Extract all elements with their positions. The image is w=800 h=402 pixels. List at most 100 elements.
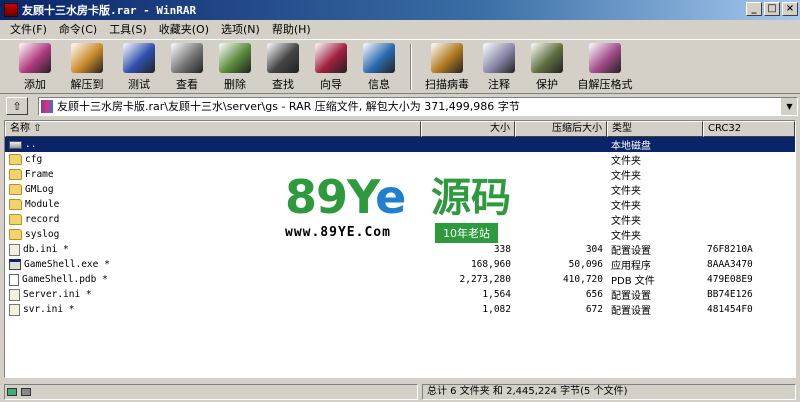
sort-ascending-icon: ⇧ <box>33 123 42 134</box>
delete-button[interactable]: 删除 <box>212 40 258 94</box>
file-name: GMLog <box>25 184 54 195</box>
view-button[interactable]: 查看 <box>164 40 210 94</box>
folder-icon <box>9 214 22 225</box>
watermark-url: www.89YE.Com <box>285 225 391 240</box>
file-type-cell: 文件夹 <box>611 231 641 242</box>
table-row[interactable]: svr.ini * 1,082 672 配置设置 481454F0 <box>5 302 795 317</box>
path-dropdown-icon[interactable]: ▼ <box>781 97 797 115</box>
file-type-cell: PDB 文件 <box>611 276 655 287</box>
file-name-cell: cfg <box>5 154 421 165</box>
file-packed-cell: 410,720 <box>562 274 603 285</box>
comment-button[interactable]: 注释 <box>476 40 522 94</box>
menu-bar: 文件(F) 命令(C) 工具(S) 收藏夹(O) 选项(N) 帮助(H) <box>0 20 800 38</box>
view-icon <box>171 43 203 73</box>
test-button[interactable]: 测试 <box>116 40 162 94</box>
watermark-tag: 10年老站 <box>435 223 498 243</box>
menu-help[interactable]: 帮助(H) <box>266 21 317 37</box>
test-icon <box>123 43 155 73</box>
menu-tools[interactable]: 工具(S) <box>103 21 153 37</box>
table-row[interactable]: Server.ini * 1,564 656 配置设置 BB74E126 <box>5 287 795 302</box>
exe-icon <box>9 259 21 270</box>
file-type-cell: 文件夹 <box>611 186 641 197</box>
path-text: 友顾十三水房卡版.rar\友顾十三水\server\gs - RAR 压缩文件,… <box>57 100 520 113</box>
add-archive-icon <box>19 43 51 73</box>
lock-status-icon <box>21 388 31 396</box>
table-row[interactable]: .. 本地磁盘 <box>5 137 795 152</box>
ini-icon <box>9 303 20 316</box>
file-name: record <box>25 214 60 225</box>
add-button[interactable]: 添加 <box>12 40 58 94</box>
sfx-button[interactable]: 自解压格式 <box>572 40 638 94</box>
file-name: Frame <box>25 169 54 180</box>
up-folder-button[interactable]: ⇧ <box>6 97 28 115</box>
close-button[interactable]: × <box>782 2 798 16</box>
table-row[interactable]: cfg 文件夹 <box>5 152 795 167</box>
file-name: db.ini * <box>23 244 69 255</box>
window-title: 友顾十三水房卡版.rar - WinRAR <box>22 4 197 17</box>
wizard-icon <box>315 43 347 73</box>
file-icon <box>9 273 19 286</box>
info-icon <box>363 43 395 73</box>
column-size-header[interactable]: 大小 <box>421 121 515 137</box>
delete-icon <box>219 43 251 73</box>
address-bar: ⇧ 友顾十三水房卡版.rar\友顾十三水\server\gs - RAR 压缩文… <box>0 95 800 117</box>
extract-to-button[interactable]: 解压到 <box>60 40 114 94</box>
file-crc-cell: 76F8210A <box>707 244 753 255</box>
file-name: Server.ini * <box>23 289 92 300</box>
file-name: GameShell.pdb * <box>22 274 108 285</box>
status-left-panel <box>4 384 418 400</box>
file-type-cell: 文件夹 <box>611 171 641 182</box>
column-crc-header[interactable]: CRC32 <box>703 121 795 137</box>
menu-commands[interactable]: 命令(C) <box>53 21 103 37</box>
up-arrow-icon: ⇧ <box>12 99 22 113</box>
status-bar: 总计 6 文件夹 和 2,445,224 字节(5 个文件) <box>0 382 800 402</box>
file-name-cell: GameShell.pdb * <box>5 273 421 286</box>
file-crc-cell: 481454F0 <box>707 304 753 315</box>
file-name: cfg <box>25 154 43 165</box>
file-type-cell: 文件夹 <box>611 216 641 227</box>
drive-icon <box>9 140 22 149</box>
folder-icon <box>9 229 22 240</box>
file-list[interactable]: 名称 ⇧ 大小 压缩后大小 类型 CRC32 .. 本地磁盘 cfg 文件夹 Frame… <box>4 120 796 378</box>
path-field[interactable]: 友顾十三水房卡版.rar\友顾十三水\server\gs - RAR 压缩文件,… <box>38 96 798 116</box>
file-type-cell: 文件夹 <box>611 156 641 167</box>
extract-to-icon <box>71 43 103 73</box>
status-summary: 总计 6 文件夹 和 2,445,224 字节(5 个文件) <box>422 384 796 400</box>
protect-icon <box>531 43 563 73</box>
virus-scan-button[interactable]: 扫描病毒 <box>420 40 474 94</box>
find-button[interactable]: 查找 <box>260 40 306 94</box>
menu-file[interactable]: 文件(F) <box>4 21 53 37</box>
file-crc-cell: BB74E126 <box>707 289 753 300</box>
column-type-header[interactable]: 类型 <box>607 121 703 137</box>
file-name: syslog <box>25 229 60 240</box>
find-icon <box>267 43 299 73</box>
protect-button[interactable]: 保护 <box>524 40 570 94</box>
virus-scan-icon <box>431 43 463 73</box>
menu-favorites[interactable]: 收藏夹(O) <box>153 21 215 37</box>
file-type-cell: 配置设置 <box>611 246 651 257</box>
wizard-button[interactable]: 向导 <box>308 40 354 94</box>
file-type-cell: 文件夹 <box>611 201 641 212</box>
toolbar-separator <box>410 44 412 90</box>
file-name-cell: Server.ini * <box>5 288 421 301</box>
ini-icon <box>9 288 20 301</box>
maximize-button[interactable]: □ <box>764 2 780 16</box>
table-row[interactable]: GameShell.pdb * 2,273,280 410,720 PDB 文件 479… <box>5 272 795 287</box>
file-name: svr.ini * <box>23 304 75 315</box>
file-name: .. <box>25 139 37 150</box>
file-type-cell: 应用程序 <box>611 261 651 272</box>
file-name-cell: .. <box>5 139 421 150</box>
file-name: Module <box>25 199 60 210</box>
column-name-header[interactable]: 名称 ⇧ <box>5 121 421 137</box>
info-button[interactable]: 信息 <box>356 40 402 94</box>
comment-icon <box>483 43 515 73</box>
file-type-cell: 配置设置 <box>611 291 651 302</box>
ini-icon <box>9 243 20 256</box>
folder-icon <box>9 184 22 195</box>
toolbar: 添加 解压到 测试 查看 删除 查找 向导 信息 扫描病毒 注释 保护 自解压格… <box>0 39 800 94</box>
drive-status-icon <box>7 388 17 396</box>
minimize-button[interactable]: _ <box>746 2 762 16</box>
column-packed-header[interactable]: 压缩后大小 <box>515 121 607 137</box>
rar-archive-icon <box>41 99 53 113</box>
menu-options[interactable]: 选项(N) <box>215 21 266 37</box>
